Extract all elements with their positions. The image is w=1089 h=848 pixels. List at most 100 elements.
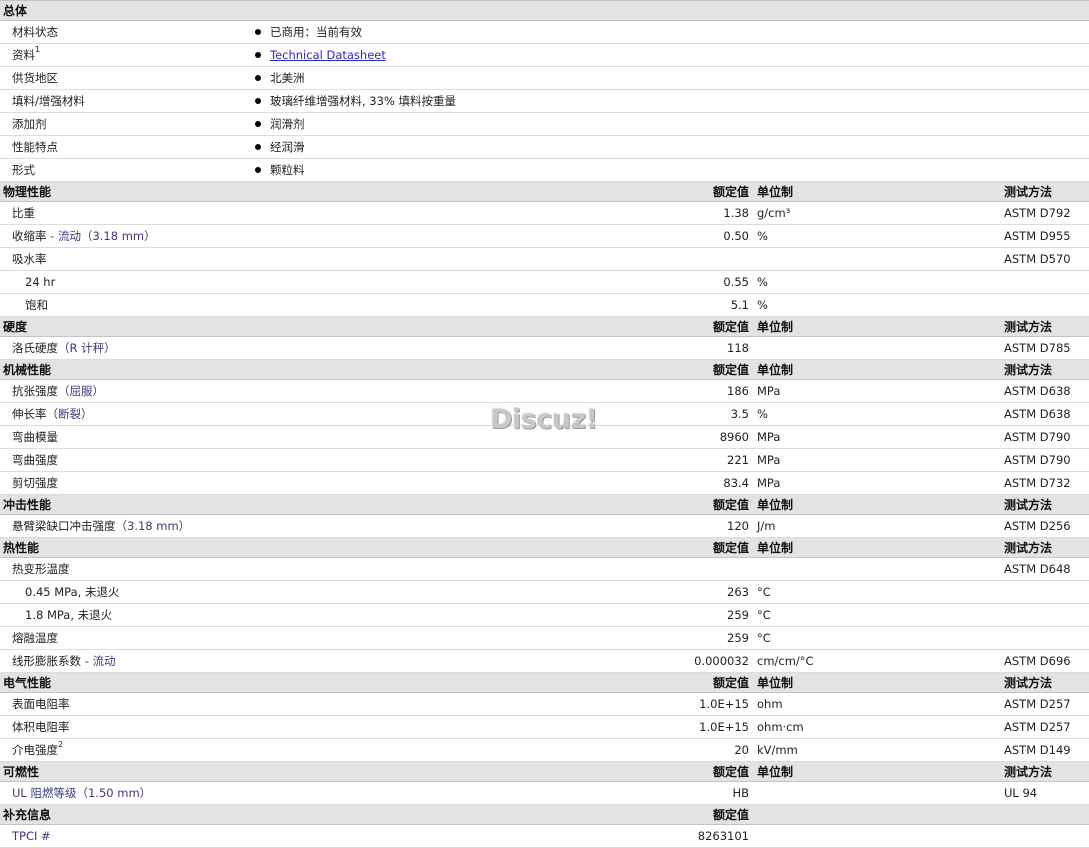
property-name-text: 弯曲模量 <box>12 430 58 444</box>
general-value: 玻璃纤维增强材料, 33% 填料按重量 <box>252 89 1089 113</box>
property-name: 收缩率 - 流动（3.18 mm） <box>0 224 672 248</box>
property-name: 洛氏硬度（R 计秤） <box>0 336 672 360</box>
general-value-text: 润滑剂 <box>270 117 305 131</box>
test-method <box>1001 603 1089 627</box>
section-header: 机械性能 额定值 单位制 测试方法 <box>0 359 1089 380</box>
section-header: 冲击性能 额定值 单位制 测试方法 <box>0 494 1089 515</box>
general-label: 性能特点 <box>0 135 252 159</box>
property-name: 吸水率 <box>0 247 672 271</box>
general-value-text: 经润滑 <box>270 140 305 154</box>
header-spacer <box>252 761 672 782</box>
property-value: 1.38 <box>672 201 753 225</box>
property-name: 体积电阻率 <box>0 715 672 739</box>
test-method: ASTM D790 <box>1001 425 1089 449</box>
property-row: 表面电阻率 1.0E+15 ohm ASTM D257 <box>0 692 1089 716</box>
property-condition: （3.18 mm） <box>115 519 191 533</box>
property-value: 221 <box>672 448 753 472</box>
property-unit: °C <box>753 603 1001 627</box>
property-name-text: 体积电阻率 <box>12 720 70 734</box>
property-name-text: 弯曲强度 <box>12 453 58 467</box>
section-header: 硬度 额定值 单位制 测试方法 <box>0 316 1089 337</box>
section-title: 电气性能 <box>0 672 252 693</box>
property-name-text: 伸长率 <box>12 407 47 421</box>
general-value: 北美洲 <box>252 66 1089 90</box>
nominal-header: 额定值 <box>672 672 753 693</box>
property-name: 表面电阻率 <box>0 692 672 716</box>
bullet-icon <box>255 74 261 81</box>
nominal-header: 额定值 <box>672 804 753 825</box>
general-value: 经润滑 <box>252 135 1089 159</box>
property-row: 0.45 MPa, 未退火 263 °C <box>0 580 1089 604</box>
header-spacer <box>252 672 672 693</box>
property-name: 抗张强度（屈服） <box>0 379 672 403</box>
test-method: ASTM D638 <box>1001 402 1089 426</box>
unit-header: 单位制 <box>753 181 1001 202</box>
test-method: ASTM D256 <box>1001 514 1089 538</box>
test-method: ASTM D638 <box>1001 379 1089 403</box>
footnote-mark: 1 <box>35 45 41 54</box>
header-spacer <box>252 537 672 558</box>
property-row: 弯曲强度 221 MPa ASTM D790 <box>0 448 1089 472</box>
bullet-icon <box>255 120 261 127</box>
general-value: 颗粒料 <box>252 158 1089 182</box>
section-header: 物理性能 额定值 单位制 测试方法 <box>0 181 1089 202</box>
general-value: Technical Datasheet <box>252 43 1089 67</box>
general-label-text: 形式 <box>12 163 35 177</box>
section-title: 热性能 <box>0 537 252 558</box>
section-title: 机械性能 <box>0 359 252 380</box>
method-header: 测试方法 <box>1001 761 1089 782</box>
property-name: 0.45 MPa, 未退火 <box>0 580 672 604</box>
nominal-header: 额定值 <box>672 494 753 515</box>
header-spacer <box>1001 804 1089 825</box>
technical-datasheet-link[interactable]: Technical Datasheet <box>270 48 386 62</box>
test-method <box>1001 270 1089 294</box>
property-condition: （屈服） <box>58 384 104 398</box>
property-name-text: UL 阻燃等级 <box>12 786 77 800</box>
header-spacer <box>252 359 672 380</box>
property-row: 比重 1.38 g/cm³ ASTM D792 <box>0 201 1089 225</box>
property-unit: % <box>753 224 1001 248</box>
property-row: 熔融温度 259 °C <box>0 626 1089 650</box>
property-name-text: 1.8 MPa, 未退火 <box>25 608 113 622</box>
section-title: 物理性能 <box>0 181 252 202</box>
property-unit: % <box>753 293 1001 317</box>
nominal-header: 额定值 <box>672 761 753 782</box>
test-method: ASTM D257 <box>1001 692 1089 716</box>
property-unit <box>753 336 1001 360</box>
property-name-text: 饱和 <box>25 298 48 312</box>
property-name-text: 悬臂梁缺口冲击强度 <box>12 519 116 533</box>
method-header: 测试方法 <box>1001 537 1089 558</box>
property-name: UL 阻燃等级（1.50 mm） <box>0 781 672 805</box>
property-row: 洛氏硬度（R 计秤） 118 ASTM D785 <box>0 336 1089 360</box>
general-row: 材料状态 已商用：当前有效 <box>0 20 1089 44</box>
property-value: 259 <box>672 626 753 650</box>
general-row: 性能特点 经润滑 <box>0 135 1089 159</box>
property-condition: （断裂） <box>46 407 93 421</box>
property-row: 收缩率 - 流动（3.18 mm） 0.50% ASTM D955 <box>0 224 1089 248</box>
test-method <box>1001 626 1089 650</box>
property-name-text: 吸水率 <box>12 252 47 266</box>
property-name-text: 24 hr <box>25 275 56 289</box>
property-unit: % <box>753 402 1001 426</box>
unit-header: 单位制 <box>753 316 1001 337</box>
general-row: 资料1 Technical Datasheet <box>0 43 1089 67</box>
property-value <box>672 247 753 271</box>
bullet-icon <box>255 51 261 58</box>
property-row: 剪切强度 83.4 MPa ASTM D732 <box>0 471 1089 495</box>
general-label: 形式 <box>0 158 252 182</box>
property-name: 剪切强度 <box>0 471 672 495</box>
general-value-text: 颗粒料 <box>270 163 305 177</box>
property-unit <box>753 247 1001 271</box>
property-unit: % <box>753 270 1001 294</box>
general-value-text: 北美洲 <box>270 71 305 85</box>
property-value: 8263101 <box>672 824 753 848</box>
property-name: 饱和 <box>0 293 672 317</box>
property-value: 0.55 <box>672 270 753 294</box>
property-condition: - 流动 <box>81 654 116 668</box>
property-name-text: 比重 <box>12 206 35 220</box>
test-method: ASTM D790 <box>1001 448 1089 472</box>
section-title: 硬度 <box>0 316 252 337</box>
property-value: 8960 <box>672 425 753 449</box>
section-header: 补充信息 额定值 <box>0 804 1089 825</box>
method-header: 测试方法 <box>1001 316 1089 337</box>
